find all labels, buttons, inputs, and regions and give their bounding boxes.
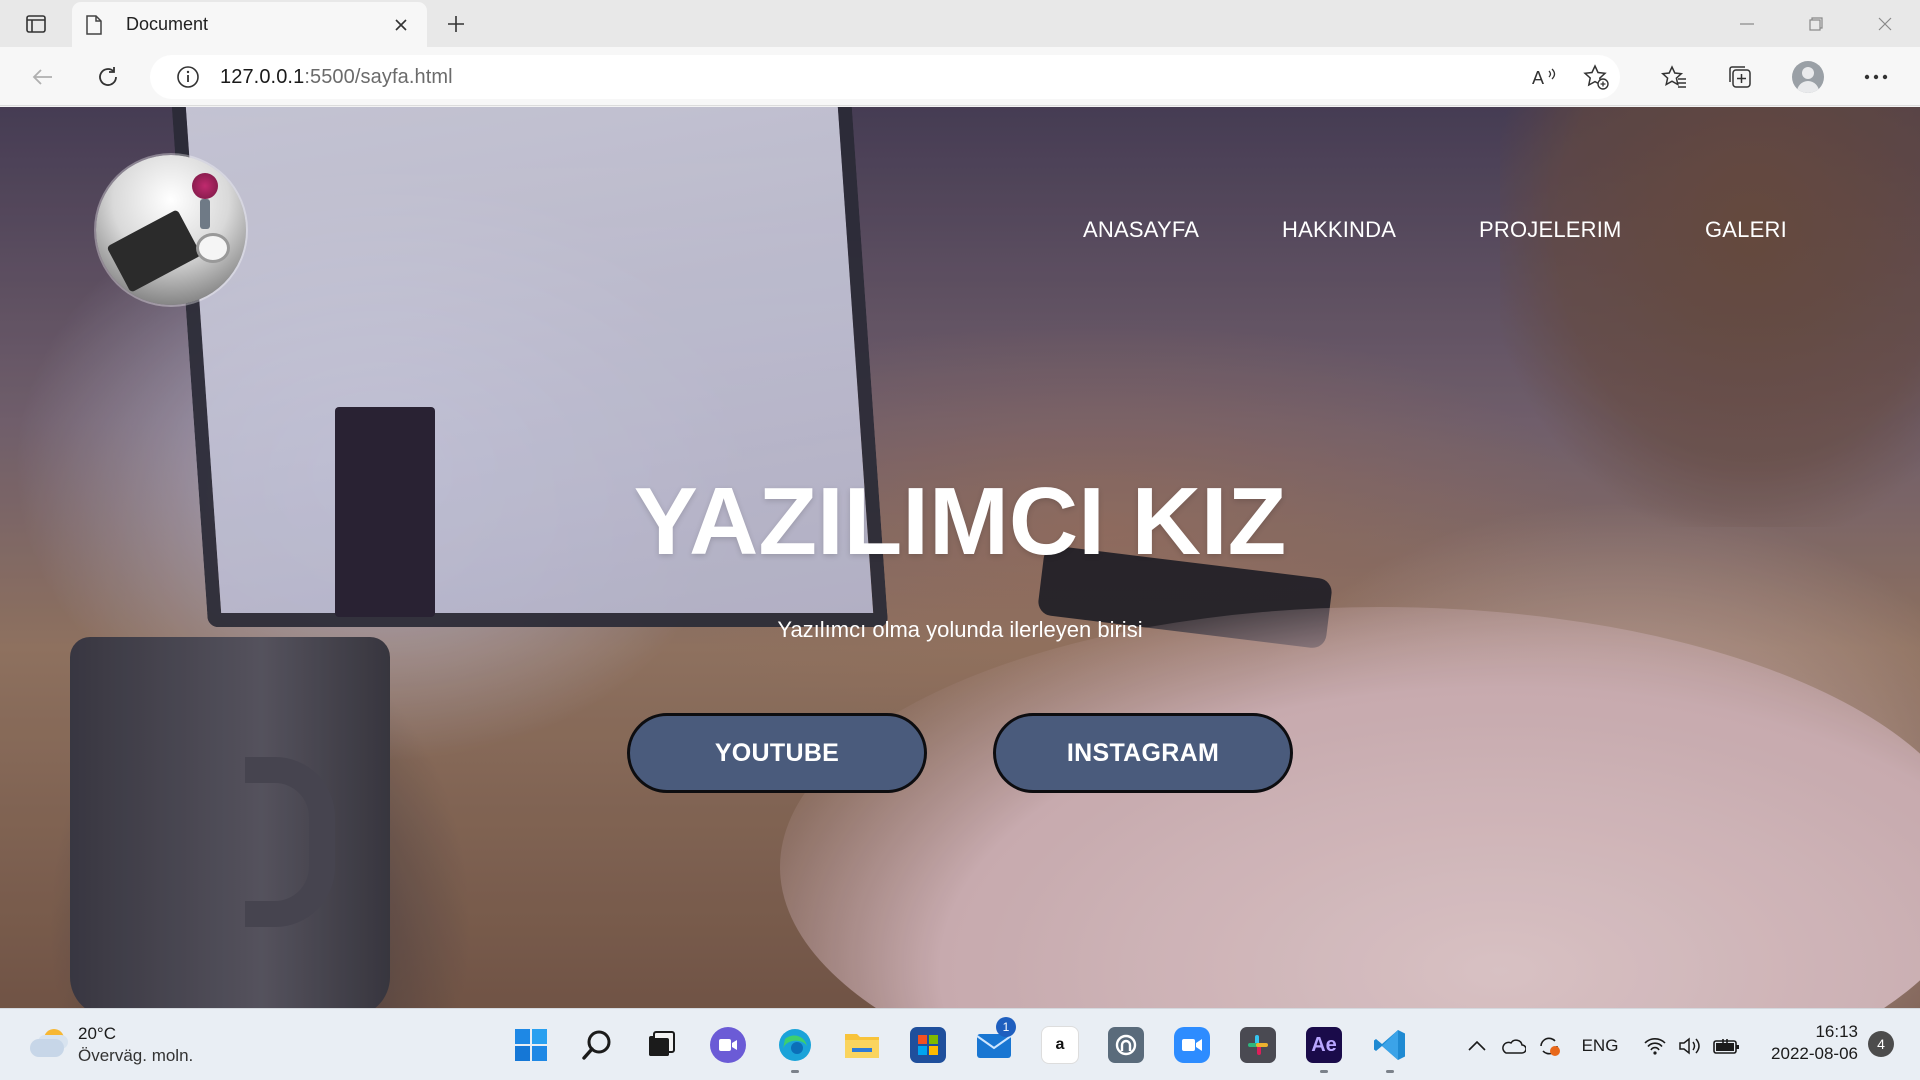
clock-time: 16:13: [1815, 1022, 1858, 1041]
search-icon[interactable]: [575, 1023, 619, 1067]
volume-icon[interactable]: [1675, 1031, 1705, 1061]
ae-label: Ae: [1306, 1027, 1342, 1063]
active-tab[interactable]: Document: [72, 2, 427, 47]
logo-vase: [200, 199, 210, 229]
close-tab-icon[interactable]: [389, 13, 413, 37]
nav-link-hakkinda[interactable]: HAKKINDA: [1282, 217, 1396, 243]
site-info-icon[interactable]: [166, 55, 210, 99]
after-effects-icon[interactable]: Ae: [1302, 1023, 1346, 1073]
taskbar: 20°C Överväg. moln. 1 a Ae ENG 16:13 202…: [0, 1008, 1920, 1080]
tab-strip: Document: [0, 0, 1920, 47]
url-host: 127.0.0.1: [220, 65, 305, 88]
language-indicator[interactable]: ENG: [1572, 1031, 1628, 1061]
amazon-label: a: [1042, 1027, 1078, 1063]
address-bar[interactable]: 127.0.0.1:5500/sayfa.html A: [150, 55, 1620, 99]
favorites-icon[interactable]: [1656, 59, 1692, 95]
hero-title: YAZILIMCI KIZ: [633, 468, 1287, 575]
url-text[interactable]: 127.0.0.1:5500/sayfa.html: [220, 66, 453, 89]
wifi-icon[interactable]: [1640, 1031, 1670, 1061]
hero-subtitle: Yazılımcı olma yolunda ilerleyen birisi: [777, 617, 1143, 642]
logo-flower: [192, 173, 218, 199]
nav-link-anasayfa[interactable]: ANASAYFA: [1083, 217, 1199, 243]
clock-date: 2022-08-06: [1771, 1044, 1858, 1063]
partly-cloudy-icon: [28, 1027, 68, 1063]
close-window-icon[interactable]: [1851, 0, 1919, 47]
mail-badge: 1: [996, 1017, 1016, 1037]
profile-avatar[interactable]: [1790, 59, 1826, 95]
show-hidden-icons-icon[interactable]: [1462, 1031, 1492, 1061]
sync-icon[interactable]: [1533, 1031, 1565, 1061]
clock[interactable]: 16:13 2022-08-06: [1758, 1021, 1858, 1065]
vscode-icon[interactable]: [1368, 1023, 1412, 1073]
logo-keyboard: [106, 209, 202, 293]
minimize-icon[interactable]: [1713, 0, 1781, 47]
back-icon[interactable]: [25, 60, 59, 94]
store-icon[interactable]: [906, 1023, 950, 1067]
notification-badge[interactable]: 4: [1868, 1031, 1894, 1057]
site-logo[interactable]: [96, 155, 246, 305]
more-options-icon[interactable]: [1858, 59, 1894, 95]
address-toolbar: 127.0.0.1:5500/sayfa.html A: [0, 47, 1920, 106]
hero-title-wrap: YAZILIMCI KIZ: [0, 467, 1920, 577]
slack-icon[interactable]: [1236, 1023, 1280, 1067]
avatar: [1792, 61, 1824, 93]
zoom-icon[interactable]: [1170, 1023, 1214, 1067]
logo-cup: [196, 233, 230, 263]
add-favorite-icon[interactable]: [1580, 61, 1612, 93]
refresh-icon[interactable]: [91, 60, 125, 94]
tab-actions-icon[interactable]: [14, 8, 58, 40]
nav-link-projelerim[interactable]: PROJELERIM: [1479, 217, 1622, 243]
file-explorer-icon[interactable]: [840, 1023, 884, 1067]
chat-icon[interactable]: [706, 1023, 750, 1067]
weather-temp: 20°C: [78, 1024, 116, 1043]
page-viewport: ANASAYFA HAKKINDA PROJELERIM GALERI YAZI…: [0, 107, 1920, 1008]
document-icon: [86, 14, 106, 36]
running-indicator: [1386, 1070, 1394, 1073]
amazon-icon[interactable]: a: [1038, 1023, 1082, 1067]
url-path: :5500/sayfa.html: [304, 65, 453, 88]
collections-icon[interactable]: [1722, 59, 1758, 95]
instagram-button[interactable]: INSTAGRAM: [993, 713, 1293, 793]
start-icon[interactable]: [509, 1023, 553, 1067]
task-view-icon[interactable]: [639, 1023, 683, 1067]
youtube-button[interactable]: YOUTUBE: [627, 713, 927, 793]
restore-icon[interactable]: [1782, 0, 1850, 47]
edge-icon[interactable]: [773, 1023, 817, 1073]
read-aloud-icon[interactable]: A: [1528, 61, 1560, 93]
running-indicator: [1320, 1070, 1328, 1073]
running-indicator: [791, 1070, 799, 1073]
tab-title: Document: [126, 14, 209, 34]
svg-text:A: A: [1532, 68, 1544, 88]
weather-widget[interactable]: 20°C Överväg. moln.: [28, 1023, 193, 1067]
app-icon[interactable]: [1104, 1023, 1148, 1067]
new-tab-icon[interactable]: [440, 8, 472, 40]
battery-icon[interactable]: [1710, 1031, 1744, 1061]
mail-icon[interactable]: 1: [972, 1017, 1016, 1067]
onedrive-icon[interactable]: [1497, 1031, 1529, 1061]
weather-desc: Överväg. moln.: [78, 1046, 194, 1065]
nav-link-galeri[interactable]: GALERI: [1705, 217, 1787, 243]
